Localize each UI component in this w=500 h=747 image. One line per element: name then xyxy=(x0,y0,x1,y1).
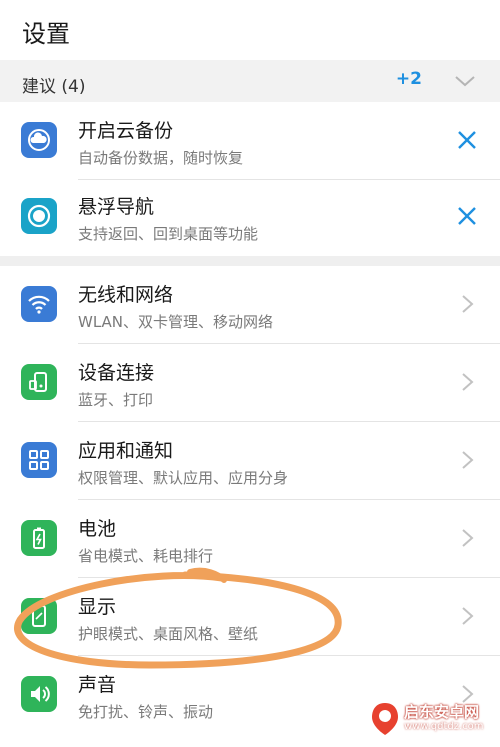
suggestions-header[interactable]: 建议 (4) +2 xyxy=(0,60,500,102)
item-subtitle: 权限管理、默认应用、应用分身 xyxy=(78,469,289,487)
item-subtitle: 蓝牙、打印 xyxy=(78,391,154,409)
settings-item-battery[interactable]: 电池 省电模式、耗电排行 xyxy=(0,500,500,578)
item-subtitle: 自动备份数据，随时恢复 xyxy=(78,149,244,167)
settings-item-display[interactable]: 显示 护眼模式、桌面风格、壁纸 xyxy=(0,578,500,656)
item-title: 悬浮导航 xyxy=(78,196,155,218)
item-subtitle: 省电模式、耗电排行 xyxy=(78,547,214,565)
sound-icon xyxy=(21,676,57,712)
suggestion-item-floating-nav[interactable]: 悬浮导航 支持返回、回到桌面等功能 xyxy=(0,178,500,256)
close-icon[interactable] xyxy=(456,129,478,151)
item-subtitle: 护眼模式、桌面风格、壁纸 xyxy=(78,625,259,643)
apps-grid-icon xyxy=(21,442,57,478)
device-connect-icon xyxy=(21,364,57,400)
item-title: 无线和网络 xyxy=(78,284,174,306)
wifi-icon xyxy=(21,286,57,322)
chevron-right-icon xyxy=(462,607,474,625)
chevron-right-icon xyxy=(462,451,474,469)
chevron-right-icon xyxy=(462,295,474,313)
page-title: 设置 xyxy=(22,20,70,48)
suggestion-item-cloud-backup[interactable]: 开启云备份 自动备份数据，随时恢复 xyxy=(0,102,500,180)
display-icon xyxy=(21,598,57,634)
battery-icon xyxy=(21,520,57,556)
close-icon[interactable] xyxy=(456,205,478,227)
chevron-right-icon xyxy=(462,529,474,547)
settings-item-apps-notifications[interactable]: 应用和通知 权限管理、默认应用、应用分身 xyxy=(0,422,500,500)
item-title: 应用和通知 xyxy=(78,440,174,462)
watermark-title: 启东安卓网 xyxy=(404,703,480,721)
floating-dock-icon xyxy=(21,198,57,234)
item-subtitle: 支持返回、回到桌面等功能 xyxy=(78,225,259,243)
chevron-right-icon xyxy=(462,373,474,391)
item-title: 电池 xyxy=(78,518,117,540)
item-title: 设备连接 xyxy=(78,362,155,384)
suggestions-title: 建议 (4) xyxy=(22,77,86,97)
item-title: 开启云备份 xyxy=(78,120,174,142)
watermark: 启东安卓网 www.qdtdz.com xyxy=(370,699,496,739)
item-subtitle: 免打扰、铃声、振动 xyxy=(78,703,214,721)
settings-item-wireless[interactable]: 无线和网络 WLAN、双卡管理、移动网络 xyxy=(0,266,500,344)
watermark-logo-icon xyxy=(372,703,398,735)
watermark-url: www.qdtdz.com xyxy=(404,721,484,732)
item-subtitle: WLAN、双卡管理、移动网络 xyxy=(78,313,274,331)
item-title: 声音 xyxy=(78,674,117,696)
section-divider xyxy=(0,256,500,266)
chevron-down-icon[interactable] xyxy=(452,68,478,94)
settings-item-device-connection[interactable]: 设备连接 蓝牙、打印 xyxy=(0,344,500,422)
cloud-backup-icon xyxy=(21,122,57,158)
suggestions-more-count[interactable]: +2 xyxy=(396,69,422,89)
item-title: 显示 xyxy=(78,596,117,618)
